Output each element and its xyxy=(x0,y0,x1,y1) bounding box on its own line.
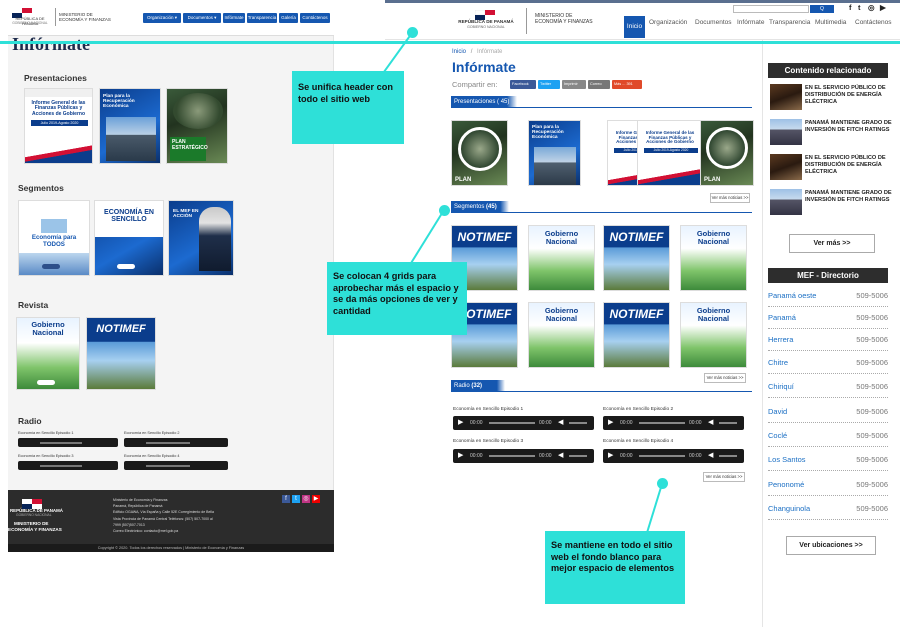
annotation-bg-note: Se mantiene en todo el sitio web el fond… xyxy=(545,531,685,604)
annotation-header-note: Se unifica header con todo el sitio web xyxy=(292,71,404,144)
annotation-dot xyxy=(407,27,418,38)
comparison-canvas: REPÚBLICA DE PANAMÁ GOBIERNO NACIONAL MI… xyxy=(0,0,900,627)
annotation-dot xyxy=(439,205,450,216)
annotation-dot xyxy=(657,478,668,489)
annotation-grid-note: Se colocan 4 grids para aprobechar más e… xyxy=(327,262,467,335)
